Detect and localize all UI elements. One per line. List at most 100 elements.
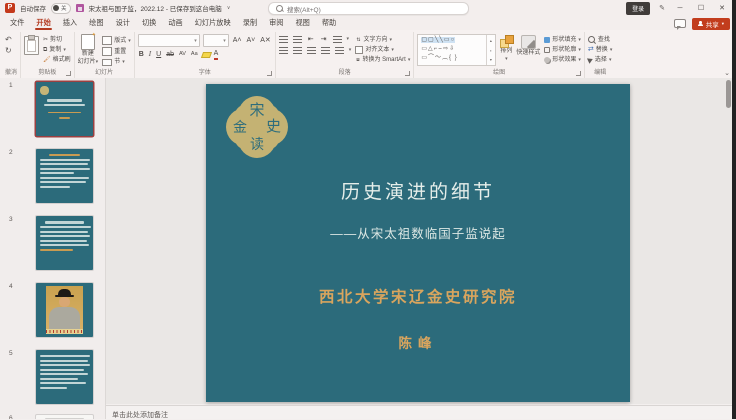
dialog-launcher-icon[interactable] <box>66 71 71 76</box>
decrease-indent-button[interactable]: ⇤ <box>307 36 315 43</box>
thumb-text-line <box>40 244 89 246</box>
bullets-button[interactable] <box>279 36 288 43</box>
clear-format-button[interactable]: A✕ <box>259 35 272 46</box>
tab-review[interactable]: 审阅 <box>263 16 289 30</box>
increase-font-button[interactable]: A˄ <box>232 35 243 46</box>
shape-outline-button[interactable]: 形状轮廓▾ <box>544 46 581 54</box>
slide-number: 6 <box>9 415 13 419</box>
autosave-toggle[interactable]: 关 <box>51 3 71 14</box>
thumb-text-line <box>44 104 85 106</box>
shapes-gallery[interactable]: ▢▢╲╲▭○ ▭△⌐⌣⇨⇩ ▭⌒〜︵{ } ▴▪▾ <box>417 34 496 66</box>
char-spacing-button[interactable]: AV <box>178 49 187 60</box>
collapse-ribbon-icon[interactable]: ⌄ <box>724 69 730 77</box>
align-center-button[interactable] <box>293 47 302 54</box>
slide-thumbnail-1[interactable] <box>36 82 93 136</box>
autosave-label: 自动保存 <box>20 3 46 13</box>
reset-button[interactable]: 重置 <box>102 47 131 56</box>
select-button[interactable]: 选择▾ <box>588 56 612 64</box>
tab-draw[interactable]: 绘图 <box>83 16 109 30</box>
bold-button[interactable]: B <box>138 49 145 60</box>
section-button[interactable]: 节▾ <box>102 58 131 66</box>
convert-smartart-button[interactable]: ⧈转换为 SmartArt▾ <box>355 56 410 64</box>
slide-institute[interactable]: 西北大学宋辽金史研究院 <box>206 285 630 307</box>
comments-icon[interactable] <box>674 19 686 28</box>
justify-button[interactable] <box>321 47 330 54</box>
chevron-down-icon[interactable]: ∨ <box>227 5 231 11</box>
line-spacing-button[interactable] <box>333 36 342 43</box>
redo-button[interactable]: ↻ <box>5 46 12 56</box>
font-color-button[interactable]: A <box>214 50 219 60</box>
maximize-button[interactable]: ☐ <box>695 4 707 12</box>
save-icon[interactable] <box>76 4 84 12</box>
quick-styles-button[interactable]: 快速样式 <box>516 34 540 57</box>
increase-indent-button[interactable]: ⇥ <box>320 36 328 43</box>
dialog-launcher-icon[interactable] <box>576 71 581 76</box>
arrange-button[interactable]: 排列 ▾ <box>500 34 512 63</box>
tab-view[interactable]: 视图 <box>289 16 315 30</box>
slide-thumbnail-5[interactable] <box>36 350 93 404</box>
slide-thumbnail-6[interactable] <box>36 415 93 419</box>
close-button[interactable]: ✕ <box>716 4 728 12</box>
tab-transitions[interactable]: 切换 <box>136 16 162 30</box>
slide-thumbnail-2[interactable] <box>36 149 93 203</box>
tab-design[interactable]: 设计 <box>110 16 136 30</box>
numbering-button[interactable] <box>293 36 302 43</box>
strikethrough-button[interactable]: ab <box>165 49 175 60</box>
slide-canvas[interactable]: 宋 金 史 读 历史演进的细节 ——从宋太祖数临国子监说起 西北大学宋辽金史研究… <box>106 78 736 404</box>
align-left-button[interactable] <box>279 47 288 54</box>
tab-help[interactable]: 帮助 <box>316 16 342 30</box>
tab-record[interactable]: 录制 <box>237 16 263 30</box>
group-label-slides: 幻灯片 <box>95 70 113 76</box>
tab-slideshow[interactable]: 幻灯片放映 <box>189 16 237 30</box>
thumb-text-line <box>40 186 70 188</box>
copy-button[interactable]: ⧉复制 ▾ <box>43 46 71 54</box>
notes-pane[interactable]: 单击此处添加备注 <box>106 405 732 419</box>
highlight-button[interactable] <box>201 52 212 58</box>
slide-thumbnail-panel[interactable]: 1 2 3 <box>0 78 106 419</box>
tab-animations[interactable]: 动画 <box>162 16 188 30</box>
format-painter-button[interactable]: 🖌格式刷 <box>43 56 71 64</box>
align-right-button[interactable] <box>307 47 316 54</box>
shape-effects-button[interactable]: 形状效果▾ <box>544 56 581 64</box>
slide-thumbnail-3[interactable] <box>36 216 93 270</box>
gallery-scroll[interactable]: ▴▪▾ <box>486 35 495 65</box>
tab-insert[interactable]: 插入 <box>57 16 83 30</box>
cut-button[interactable]: ✂剪切 <box>43 36 71 44</box>
slide-subtitle[interactable]: ——从宋太祖数临国子监说起 <box>206 223 630 242</box>
text-direction-button[interactable]: ⇅文字方向▾ <box>355 36 410 44</box>
tab-home[interactable]: 开始 <box>30 16 56 30</box>
ribbon-display-icon[interactable]: ✎ <box>659 4 665 12</box>
replace-button[interactable]: ⇄替换▾ <box>588 46 612 54</box>
italic-button[interactable]: I <box>148 49 152 60</box>
find-button[interactable]: 查找 <box>588 36 612 44</box>
columns-button[interactable] <box>335 47 344 54</box>
shape-fill-button[interactable]: 形状填充▾ <box>544 36 581 44</box>
select-icon <box>587 56 594 64</box>
new-slide-button[interactable]: 新建 幻灯片▾ <box>78 34 99 66</box>
undo-button[interactable]: ↶ <box>5 35 12 45</box>
underline-button[interactable]: U <box>155 49 162 60</box>
tab-file[interactable]: 文件 <box>4 16 30 30</box>
current-slide[interactable]: 宋 金 史 读 历史演进的细节 ——从宋太祖数临国子监说起 西北大学宋辽金史研究… <box>206 84 630 402</box>
change-case-button[interactable]: Aa <box>190 49 199 60</box>
ribbon-group-paragraph: ⇤ ⇥ ▾ ▾ ⇅文字方向▾ <box>276 32 415 79</box>
font-name-select[interactable]: ▾ <box>138 34 200 47</box>
share-button[interactable]: 共享 ▾ <box>692 18 730 30</box>
search-input[interactable]: 搜索(Alt+Q) <box>268 2 469 15</box>
font-size-select[interactable]: ▾ <box>203 34 229 47</box>
minimize-button[interactable]: ─ <box>674 5 686 12</box>
slide-thumbnail-4[interactable] <box>36 283 93 337</box>
dialog-launcher-icon[interactable] <box>405 71 410 76</box>
powerpoint-app-icon[interactable]: P <box>5 3 15 13</box>
signin-button[interactable]: 登录 <box>626 2 650 15</box>
paste-button[interactable] <box>24 34 39 55</box>
slide-title[interactable]: 历史演进的细节 <box>206 177 630 204</box>
align-text-button[interactable]: 对齐文本▾ <box>355 46 410 54</box>
decrease-font-button[interactable]: A˅ <box>245 35 256 46</box>
scrollbar-thumb[interactable] <box>726 80 731 108</box>
slide-author[interactable]: 陈峰 <box>206 332 630 352</box>
document-title[interactable]: 宋太祖与国子监，2022.12 - 已保存到这台电脑 <box>89 3 222 13</box>
thumb-text-line <box>45 221 84 224</box>
dialog-launcher-icon[interactable] <box>267 71 272 76</box>
layout-button[interactable]: 版式▾ <box>102 36 131 45</box>
